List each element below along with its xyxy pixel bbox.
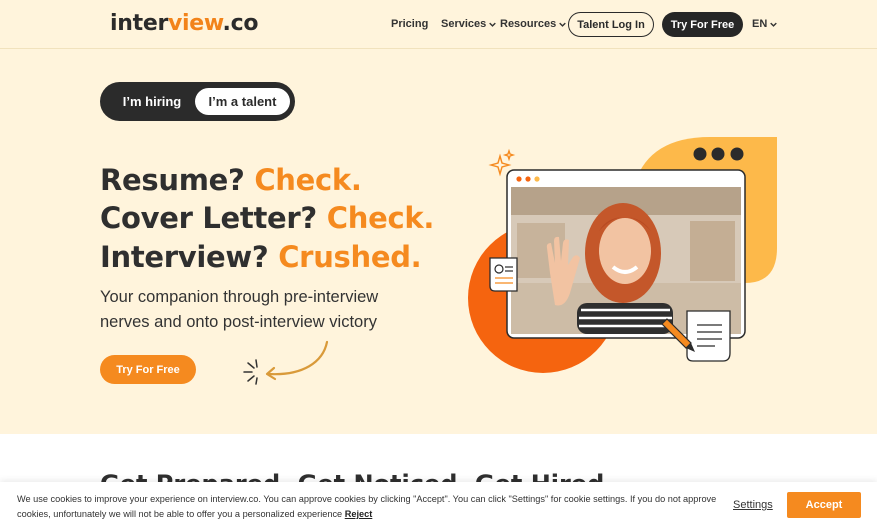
window-dots-icon	[693, 147, 744, 161]
headline-1-highlight: Check.	[254, 163, 362, 197]
try-free-header-button[interactable]: Try For Free	[662, 12, 743, 37]
cookie-reject-link[interactable]: Reject	[345, 509, 373, 519]
nav-pricing[interactable]: Pricing	[391, 18, 428, 30]
cookie-banner: We use cookies to improve your experienc…	[0, 482, 877, 528]
cookie-settings-link[interactable]: Settings	[733, 499, 773, 511]
toggle-hiring[interactable]: I’m hiring	[113, 88, 191, 115]
nav-services-label: Services	[441, 18, 487, 30]
chevron-down-icon	[559, 22, 567, 27]
language-label: EN	[752, 18, 768, 30]
nav-services[interactable]: Services	[441, 18, 497, 30]
chevron-down-icon	[770, 22, 778, 27]
language-selector[interactable]: EN	[752, 18, 778, 30]
hero-subtitle: Your companion through pre-interview ner…	[100, 288, 379, 331]
audience-toggle: I’m hiring I’m a talent	[100, 82, 295, 121]
nav-resources-label: Resources	[500, 18, 557, 30]
headline-2-text: Cover Letter?	[100, 201, 327, 235]
toggle-talent[interactable]: I’m a talent	[195, 88, 290, 115]
resume-icon	[489, 257, 518, 292]
talent-login-button[interactable]: Talent Log In	[568, 12, 654, 37]
headline-2-highlight: Check.	[326, 201, 435, 235]
cookie-message: We use cookies to improve your experienc…	[17, 492, 717, 522]
document-icon	[686, 310, 731, 362]
site-header: interview.co Pricing Services Resources …	[0, 0, 877, 49]
try-free-hero-button[interactable]: Try For Free	[100, 355, 196, 384]
headline-line-2: Cover Letter? Check.	[100, 201, 434, 235]
logo[interactable]: interview.co	[110, 11, 258, 36]
logo-text-view: view	[168, 11, 223, 36]
headline-line-3: Interview? Crushed.	[100, 240, 422, 274]
chevron-down-icon	[489, 22, 497, 27]
nav-pricing-label: Pricing	[391, 18, 429, 30]
headline-1-text: Resume?	[100, 163, 255, 197]
nav-resources[interactable]: Resources	[500, 18, 567, 30]
logo-text-co: .co	[222, 11, 259, 36]
hero-illustration	[468, 137, 777, 373]
cookie-accept-button[interactable]: Accept	[787, 492, 861, 518]
logo-text-inter: inter	[110, 11, 168, 36]
headline-3-highlight: Crushed.	[278, 240, 422, 274]
headline-line-1: Resume? Check.	[100, 163, 362, 197]
headline-3-text: Interview?	[100, 240, 279, 274]
arrow-icon	[243, 340, 329, 385]
